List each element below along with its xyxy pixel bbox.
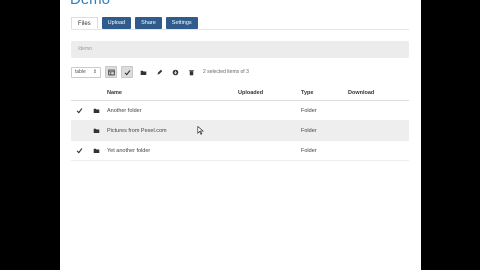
upload-button[interactable]: Upload — [101, 17, 132, 29]
selection-status: 2 selected items of 3 — [203, 69, 249, 75]
new-folder-button[interactable] — [137, 66, 149, 78]
row-type: Folder — [301, 108, 317, 114]
tab-files[interactable]: Files — [71, 17, 98, 29]
select-arrows-icon: ⇕ — [92, 69, 97, 75]
table-row[interactable]: Another folder Folder — [71, 101, 409, 121]
path-text: /demo — [78, 46, 92, 52]
view-select-value: table — [75, 69, 86, 75]
file-table: Name Uploaded Type Download Another fold… — [71, 86, 409, 161]
edit-button[interactable] — [153, 66, 165, 78]
edit-icon — [156, 69, 162, 75]
table-row[interactable]: Yet another folder Folder — [71, 141, 409, 161]
check-icon — [124, 69, 130, 75]
check-icon[interactable] — [76, 147, 83, 154]
mouse-cursor-icon — [197, 126, 204, 135]
select-all-button[interactable] — [121, 66, 133, 78]
toolbar: table ⇕ 2 selected items of 3 — [71, 66, 249, 78]
tab-divider — [71, 29, 409, 30]
app-page: Demo Files Upload Share Settings /demo t… — [60, 0, 421, 270]
row-name[interactable]: Another folder — [107, 108, 142, 114]
row-type: Folder — [301, 128, 317, 134]
tab-bar: Files Upload Share Settings — [71, 16, 198, 30]
table-view-button[interactable] — [105, 66, 117, 78]
table-row[interactable]: Pictures from Pexel.com Folder — [71, 121, 409, 141]
column-header-type[interactable]: Type — [301, 90, 313, 96]
column-header-name[interactable]: Name — [107, 90, 122, 96]
view-select[interactable]: table ⇕ — [71, 66, 101, 78]
row-type: Folder — [301, 148, 317, 154]
table-view-icon — [107, 69, 115, 75]
folder-icon — [140, 70, 146, 75]
table-header: Name Uploaded Type Download — [71, 86, 409, 101]
download-button[interactable] — [169, 66, 181, 78]
delete-button[interactable] — [185, 66, 197, 78]
path-bar[interactable]: /demo — [71, 41, 409, 58]
row-name[interactable]: Pictures from Pexel.com — [107, 128, 167, 134]
folder-icon — [93, 128, 100, 133]
folder-icon — [93, 108, 100, 113]
page-title: Demo — [70, 0, 110, 8]
trash-icon — [188, 69, 194, 75]
check-icon[interactable] — [76, 107, 83, 114]
folder-icon — [93, 148, 100, 153]
column-header-uploaded[interactable]: Uploaded — [238, 90, 263, 96]
row-name[interactable]: Yet another folder — [107, 148, 150, 154]
column-header-download[interactable]: Download — [348, 90, 374, 96]
download-icon — [172, 69, 178, 75]
share-button[interactable]: Share — [135, 17, 162, 29]
settings-button[interactable]: Settings — [165, 17, 198, 29]
